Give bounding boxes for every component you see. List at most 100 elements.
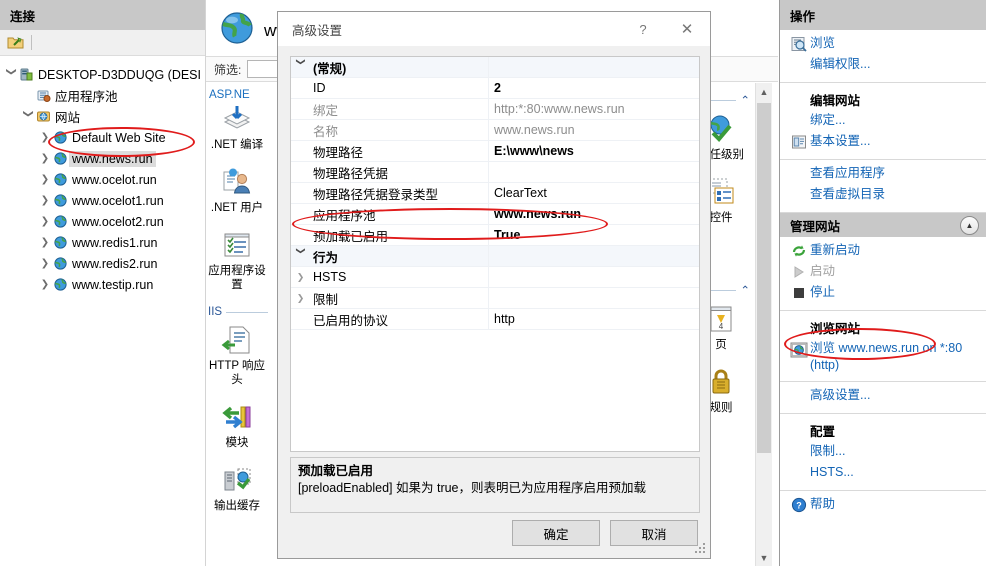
action-stop[interactable]: 停止 bbox=[780, 283, 986, 304]
property-row[interactable]: 已启用的协议 http bbox=[291, 308, 699, 330]
tree-node-label: www.ocelot2.run bbox=[72, 214, 164, 229]
chevron-up-icon[interactable]: ⌃ bbox=[740, 283, 750, 297]
svg-text:?: ? bbox=[796, 501, 802, 511]
action-advanced-settings[interactable]: 高级设置... bbox=[780, 386, 986, 407]
chevron-right-icon[interactable]: ❯ bbox=[291, 293, 310, 304]
no-icon bbox=[788, 56, 810, 57]
ok-button[interactable]: 确定 bbox=[512, 520, 600, 546]
chevron-right-icon[interactable]: ❯ bbox=[38, 279, 52, 290]
property-row[interactable]: ❯ 限制 bbox=[291, 287, 699, 309]
chevron-right-icon[interactable]: ❯ bbox=[38, 174, 52, 185]
chevron-up-icon[interactable]: ▲ bbox=[960, 215, 979, 235]
tree-node-website[interactable]: ❯ Default Web Site bbox=[4, 127, 205, 148]
feature-label: 应用程序设置 bbox=[208, 265, 266, 291]
sites-folder-icon bbox=[35, 109, 52, 124]
action-edit-permissions[interactable]: 编辑权限... bbox=[780, 55, 986, 76]
property-value: http bbox=[488, 308, 699, 330]
feature-item[interactable]: 输出缓存 bbox=[206, 464, 268, 513]
feature-item[interactable]: .NET 用户 bbox=[206, 166, 268, 215]
chevron-up-icon[interactable]: ⌃ bbox=[740, 93, 750, 107]
feature-item[interactable]: 应用程序设置 bbox=[206, 229, 268, 292]
property-row-category[interactable]: ❯ (常规) bbox=[291, 57, 699, 78]
cancel-button[interactable]: 取消 bbox=[610, 520, 698, 546]
property-row[interactable]: ID 2 bbox=[291, 77, 699, 99]
close-icon[interactable]: ✕ bbox=[664, 12, 710, 46]
tree-node-server[interactable]: ❯ DESKTOP-D3DDUQG (DESI bbox=[4, 64, 205, 85]
chevron-right-icon[interactable]: ❯ bbox=[38, 237, 52, 248]
action-help[interactable]: ? 帮助 bbox=[780, 495, 986, 516]
tree-node-website[interactable]: ❯ www.redis1.run bbox=[4, 232, 205, 253]
feature-label: 控件 bbox=[709, 212, 733, 224]
property-row-preload-enabled[interactable]: 预加载已启用 True bbox=[291, 224, 699, 246]
feature-label: HTTP 响应头 bbox=[208, 360, 265, 386]
property-name: (常规) bbox=[313, 61, 347, 76]
feature-item[interactable]: 模块 bbox=[206, 401, 268, 450]
property-row[interactable]: 绑定 http:*:80:www.news.run bbox=[291, 98, 699, 120]
chevron-down-icon[interactable]: ❯ bbox=[295, 58, 306, 77]
tree-node-label: www.ocelot.run bbox=[72, 172, 157, 187]
property-row[interactable]: 应用程序池 www.news.run bbox=[291, 203, 699, 225]
action-label: 查看应用程序 bbox=[810, 166, 886, 180]
chevron-right-icon[interactable]: ❯ bbox=[38, 258, 52, 269]
chevron-down-icon[interactable]: ❯ bbox=[23, 110, 34, 124]
app-pools-icon bbox=[35, 88, 52, 103]
property-value: www.news.run bbox=[488, 203, 699, 225]
property-row[interactable]: 物理路径凭据登录类型 ClearText bbox=[291, 182, 699, 204]
action-browse[interactable]: 浏览 bbox=[780, 34, 986, 55]
action-label: 高级设置... bbox=[810, 388, 871, 402]
action-hsts[interactable]: HSTS... bbox=[780, 463, 986, 484]
section-iis: IIS bbox=[208, 306, 268, 318]
scroll-up-icon[interactable]: ▲ bbox=[756, 83, 772, 100]
resize-grip-icon[interactable] bbox=[695, 543, 707, 555]
feature-item[interactable]: HTTP 响应头 bbox=[206, 324, 268, 387]
property-row[interactable]: 物理路径 E:\www\news bbox=[291, 140, 699, 162]
action-view-virtual-directories[interactable]: 查看虚拟目录 bbox=[780, 185, 986, 206]
chevron-down-icon[interactable]: ❯ bbox=[295, 247, 306, 266]
property-row[interactable]: ❯ HSTS bbox=[291, 266, 699, 288]
tree-node-website[interactable]: ❯ www.ocelot2.run bbox=[4, 211, 205, 232]
scrollbar-thumb[interactable] bbox=[757, 103, 771, 453]
action-view-applications[interactable]: 查看应用程序 bbox=[780, 164, 986, 185]
chevron-right-icon[interactable]: ❯ bbox=[38, 132, 52, 143]
help-button[interactable]: ? bbox=[622, 12, 664, 46]
actions-group-title: 编辑网站 bbox=[810, 94, 861, 108]
action-browse-website[interactable]: 浏览 www.news.run on *:80 (http) bbox=[780, 339, 986, 375]
property-value: http:*:80:www.news.run bbox=[488, 98, 699, 120]
action-start[interactable]: 启动 bbox=[780, 262, 986, 283]
description-text: [preloadEnabled] 如果为 true，则表明已为应用程序启用预加载 bbox=[298, 481, 647, 495]
tree-node-website-selected[interactable]: ❯ www.news.run bbox=[4, 148, 205, 169]
property-grid[interactable]: ❯ (常规) ID 2 绑定 http:*:80:www.news.run 名称… bbox=[290, 56, 700, 452]
tree-node-website[interactable]: ❯ www.testip.run bbox=[4, 274, 205, 295]
feature-item[interactable]: .NET 编译 bbox=[206, 103, 268, 152]
action-label: 浏览 www.news.run on *:80 (http) bbox=[810, 341, 963, 372]
connect-to-site-icon[interactable] bbox=[6, 33, 25, 52]
tree-node-app-pools[interactable]: 应用程序池 bbox=[4, 85, 205, 106]
action-label: 基本设置... bbox=[810, 134, 871, 148]
chevron-right-icon[interactable]: ❯ bbox=[291, 272, 310, 283]
no-icon bbox=[788, 443, 810, 444]
connections-toolbar bbox=[0, 30, 205, 56]
property-row[interactable]: 物理路径凭据 bbox=[291, 161, 699, 183]
tree-node-website[interactable]: ❯ www.redis2.run bbox=[4, 253, 205, 274]
feature-view-scrollbar[interactable]: ▲ ▼ bbox=[755, 83, 772, 566]
chevron-right-icon[interactable]: ❯ bbox=[38, 216, 52, 227]
action-bindings[interactable]: 绑定... bbox=[780, 111, 986, 132]
chevron-right-icon[interactable]: ❯ bbox=[38, 153, 52, 164]
property-row-category[interactable]: ❯ 行为 bbox=[291, 245, 699, 267]
action-label: 帮助 bbox=[810, 497, 836, 511]
property-value: ClearText bbox=[488, 182, 699, 204]
property-name: 名称 bbox=[313, 124, 339, 139]
tree-node-sites[interactable]: ❯ 网站 bbox=[4, 106, 205, 127]
tree-node-website[interactable]: ❯ www.ocelot.run bbox=[4, 169, 205, 190]
action-limits[interactable]: 限制... bbox=[780, 442, 986, 463]
feature-label: 模块 bbox=[225, 437, 249, 449]
scroll-down-icon[interactable]: ▼ bbox=[756, 549, 772, 566]
property-row[interactable]: 名称 www.news.run bbox=[291, 119, 699, 141]
property-name: 绑定 bbox=[313, 103, 339, 118]
net-users-icon bbox=[221, 166, 253, 198]
action-basic-settings[interactable]: 基本设置... bbox=[780, 132, 986, 153]
chevron-down-icon[interactable]: ❯ bbox=[6, 68, 17, 82]
action-restart[interactable]: 重新启动 bbox=[780, 241, 986, 262]
tree-node-website[interactable]: ❯ www.ocelot1.run bbox=[4, 190, 205, 211]
chevron-right-icon[interactable]: ❯ bbox=[38, 195, 52, 206]
